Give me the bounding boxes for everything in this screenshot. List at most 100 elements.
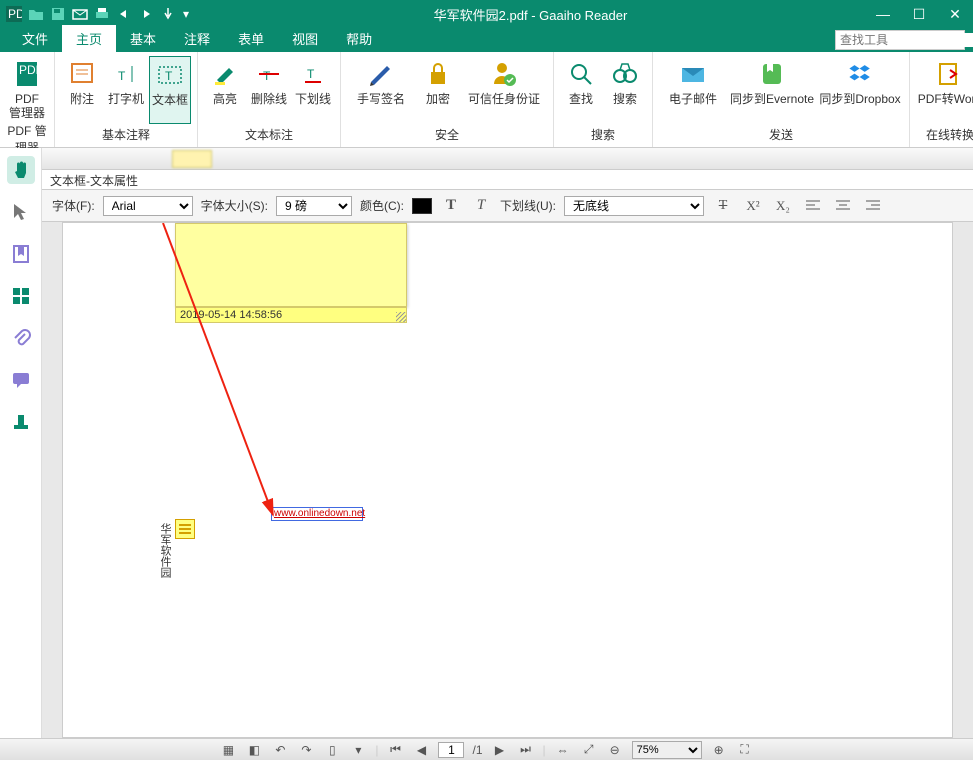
person-check-icon bbox=[488, 58, 520, 90]
italic-button[interactable]: T bbox=[470, 195, 492, 217]
dropbox-button[interactable]: 同步到Dropbox bbox=[817, 56, 903, 124]
continuous-icon[interactable]: ▾ bbox=[349, 742, 367, 758]
attachments-panel-button[interactable] bbox=[7, 324, 35, 352]
underline-label: 下划线(U): bbox=[500, 197, 556, 214]
open-icon[interactable] bbox=[26, 4, 46, 24]
fit-page-icon[interactable]: ⤢ bbox=[580, 742, 598, 758]
fit-width-icon[interactable]: ⇔ bbox=[554, 742, 572, 758]
magnify-icon bbox=[565, 58, 597, 90]
zoom-out-icon[interactable]: ⊖ bbox=[606, 742, 624, 758]
strike-format-button[interactable]: T bbox=[712, 195, 734, 217]
first-page-icon[interactable]: ⏮ bbox=[386, 742, 404, 758]
group-search: 查找 搜索 搜索 bbox=[554, 52, 653, 147]
page-canvas[interactable]: 2019-05-14 14:58:56 华军软件园 www.onlinedown… bbox=[62, 222, 953, 738]
next-page-icon[interactable]: ▶ bbox=[491, 742, 509, 758]
align-left-button[interactable] bbox=[802, 195, 824, 217]
underline-button[interactable]: T 下划线 bbox=[292, 56, 334, 124]
close-button[interactable]: ✕ bbox=[937, 0, 973, 28]
sticky-note-icon[interactable] bbox=[175, 519, 195, 539]
vertical-text-label: 华军软件园 bbox=[157, 523, 173, 578]
maximize-button[interactable]: ☐ bbox=[901, 0, 937, 28]
minimize-button[interactable]: — bbox=[865, 0, 901, 28]
group-security: 手写签名 加密 可信任身份证 安全 bbox=[341, 52, 554, 147]
tab-file[interactable]: 文件 bbox=[8, 25, 62, 52]
hand-tool-button[interactable] bbox=[7, 156, 35, 184]
page-number-input[interactable] bbox=[438, 742, 464, 758]
save-icon[interactable] bbox=[48, 4, 68, 24]
binoculars-icon bbox=[609, 58, 641, 90]
pdf-to-word-button[interactable]: PDF转Word bbox=[916, 56, 973, 124]
qat-dropdown-icon[interactable]: ▾ bbox=[180, 4, 192, 24]
highlight-icon bbox=[209, 58, 241, 90]
svg-text:T: T bbox=[307, 67, 315, 81]
color-swatch[interactable] bbox=[412, 198, 432, 214]
document-tab[interactable] bbox=[172, 150, 212, 168]
property-bar-title: 文本框-文本属性 bbox=[42, 170, 973, 190]
email-button[interactable]: 电子邮件 bbox=[659, 56, 727, 124]
fullscreen-icon[interactable]: ⛶ bbox=[736, 742, 754, 758]
app-icon[interactable]: PDF bbox=[4, 4, 24, 24]
sticky-note-popup[interactable] bbox=[175, 223, 407, 307]
strikethrough-button[interactable]: T 删除线 bbox=[248, 56, 290, 124]
textbox-button[interactable]: T 文本框 bbox=[149, 56, 191, 124]
last-page-icon[interactable]: ⏭ bbox=[517, 742, 535, 758]
size-select[interactable]: 9 磅 bbox=[276, 196, 352, 216]
tab-form[interactable]: 表单 bbox=[224, 25, 278, 52]
rotate-cw-icon[interactable]: ↷ bbox=[297, 742, 315, 758]
redo-icon[interactable] bbox=[136, 4, 156, 24]
subscript-button[interactable]: X₂ bbox=[772, 195, 794, 217]
undo-icon[interactable] bbox=[114, 4, 134, 24]
typewriter-button[interactable]: T 打字机 bbox=[105, 56, 147, 124]
evernote-button[interactable]: 同步到Evernote bbox=[729, 56, 815, 124]
align-center-button[interactable] bbox=[832, 195, 854, 217]
textbox-icon: T bbox=[154, 59, 186, 91]
view-mode-1-icon[interactable]: ▦ bbox=[219, 742, 237, 758]
thumbnails-panel-button[interactable] bbox=[7, 282, 35, 310]
single-page-icon[interactable]: ▯ bbox=[323, 742, 341, 758]
search-button[interactable]: 搜索 bbox=[604, 56, 646, 124]
pen-icon bbox=[365, 58, 397, 90]
tab-view[interactable]: 视图 bbox=[278, 25, 332, 52]
textbox-annotation[interactable]: www.onlinedown.net bbox=[271, 507, 363, 521]
mail-icon[interactable] bbox=[70, 4, 90, 24]
touch-icon[interactable] bbox=[158, 4, 178, 24]
tab-home[interactable]: 主页 bbox=[62, 25, 116, 52]
document-tabbar bbox=[42, 148, 973, 170]
bookmark-panel-button[interactable] bbox=[7, 240, 35, 268]
print-icon[interactable] bbox=[92, 4, 112, 24]
view-mode-2-icon[interactable]: ◧ bbox=[245, 742, 263, 758]
tab-basic[interactable]: 基本 bbox=[116, 25, 170, 52]
tool-search[interactable]: 🔍 ▾ bbox=[835, 30, 965, 50]
encrypt-button[interactable]: 加密 bbox=[417, 56, 459, 124]
lock-icon bbox=[422, 58, 454, 90]
highlight-button[interactable]: 高亮 bbox=[204, 56, 246, 124]
underline-select[interactable]: 无底线 bbox=[564, 196, 704, 216]
pdf-manager-button[interactable]: PDF PDF 管理器 bbox=[6, 56, 48, 120]
stamp-panel-button[interactable] bbox=[7, 408, 35, 436]
font-select[interactable]: Arial bbox=[103, 196, 193, 216]
page-total: /1 bbox=[472, 743, 482, 757]
select-tool-button[interactable] bbox=[7, 198, 35, 226]
align-right-button[interactable] bbox=[862, 195, 884, 217]
document-area: 文本框-文本属性 字体(F): Arial 字体大小(S): 9 磅 颜色(C)… bbox=[42, 148, 973, 738]
tab-help[interactable]: 帮助 bbox=[332, 25, 386, 52]
bold-button[interactable]: T bbox=[440, 195, 462, 217]
attach-note-button[interactable]: 附注 bbox=[61, 56, 103, 124]
tool-search-input[interactable] bbox=[836, 33, 973, 47]
prev-page-icon[interactable]: ◀ bbox=[412, 742, 430, 758]
handwrite-sign-button[interactable]: 手写签名 bbox=[347, 56, 415, 124]
quick-access-toolbar: PDF ▾ bbox=[0, 4, 196, 24]
tab-annot[interactable]: 注释 bbox=[170, 25, 224, 52]
superscript-button[interactable]: X² bbox=[742, 195, 764, 217]
window-title: 华军软件园2.pdf - Gaaiho Reader bbox=[196, 5, 865, 24]
trusted-id-button[interactable]: 可信任身份证 bbox=[461, 56, 547, 124]
convert-icon bbox=[934, 58, 966, 90]
zoom-in-icon[interactable]: ⊕ bbox=[710, 742, 728, 758]
size-label: 字体大小(S): bbox=[201, 197, 268, 214]
zoom-select[interactable]: 75% bbox=[632, 741, 702, 759]
group-basic-annot: 附注 T 打字机 T 文本框 基本注释 bbox=[55, 52, 198, 147]
rotate-ccw-icon[interactable]: ↶ bbox=[271, 742, 289, 758]
text-property-bar: 字体(F): Arial 字体大小(S): 9 磅 颜色(C): T T 下划线… bbox=[42, 190, 973, 222]
find-button[interactable]: 查找 bbox=[560, 56, 602, 124]
comments-panel-button[interactable] bbox=[7, 366, 35, 394]
